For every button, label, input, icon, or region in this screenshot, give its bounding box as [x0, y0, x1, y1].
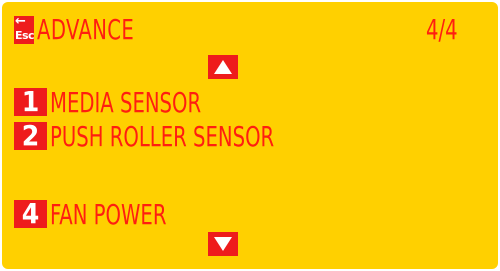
- menu-item-label: PUSH ROLLER SENSOR: [50, 120, 275, 153]
- scroll-up-button[interactable]: [208, 55, 238, 79]
- menu-key-badge: 2: [14, 122, 47, 150]
- menu-item-label: MEDIA SENSOR: [50, 86, 202, 119]
- esc-key-label: Esc: [15, 29, 35, 42]
- screen-title: ADVANCE: [37, 13, 135, 46]
- back-arrow-icon: ←: [15, 14, 26, 29]
- scroll-down-button[interactable]: [208, 232, 238, 256]
- lcd-screen: ← Esc ADVANCE 4/4 1 MEDIA SENSOR 2 PUSH …: [2, 2, 498, 269]
- menu-key-badge: 4: [14, 200, 47, 228]
- menu-item-label: FAN POWER: [50, 198, 167, 231]
- menu-key-badge: 1: [14, 88, 47, 116]
- esc-key[interactable]: ← Esc: [14, 14, 35, 44]
- page-indicator: 4/4: [426, 13, 458, 46]
- triangle-up-icon: [214, 60, 232, 74]
- triangle-down-icon: [214, 237, 232, 251]
